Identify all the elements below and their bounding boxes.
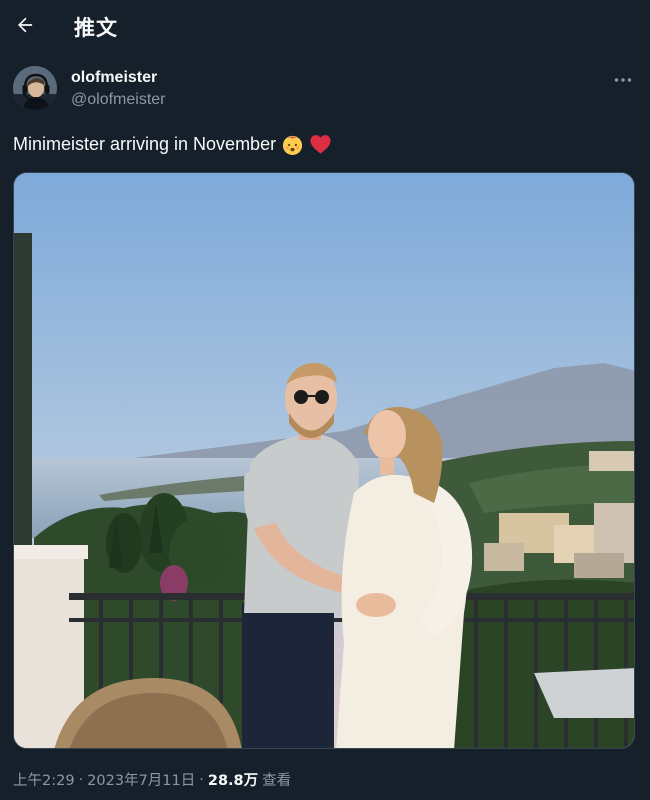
arrow-left-icon [18,17,33,33]
top-bar: 推文 [0,0,650,52]
avatar-headset-icon [13,66,57,110]
tweet-photo[interactable] [13,172,635,749]
photo-couple-balcony-icon [14,173,634,748]
tweet-author: olofmeister @olofmeister [13,66,637,112]
author-handle[interactable]: @olofmeister [71,91,166,109]
back-button[interactable] [8,8,42,42]
more-options-button[interactable] [609,68,637,92]
tweet-text: Minimeister arriving in November [13,133,332,156]
baby-face-icon [282,135,303,156]
tweet-meta: 上午2:29 · 2023年7月11日 · 28.8万 查看 [13,769,291,790]
meta-separator-2: · [199,771,204,788]
tweet-date[interactable]: 2023年7月11日 [87,769,195,790]
tweet-body: Minimeister arriving in November [13,134,277,154]
tweet-time[interactable]: 上午2:29 [13,769,75,790]
more-dots-icon [614,78,632,82]
meta-separator: · [78,771,84,788]
views-label: 查看 [262,773,292,789]
red-heart-icon [310,135,331,154]
views-count: 28.8万 [207,773,259,789]
page-title: 推文 [74,16,118,40]
author-display-name[interactable]: olofmeister [71,69,157,87]
avatar[interactable] [13,66,57,110]
